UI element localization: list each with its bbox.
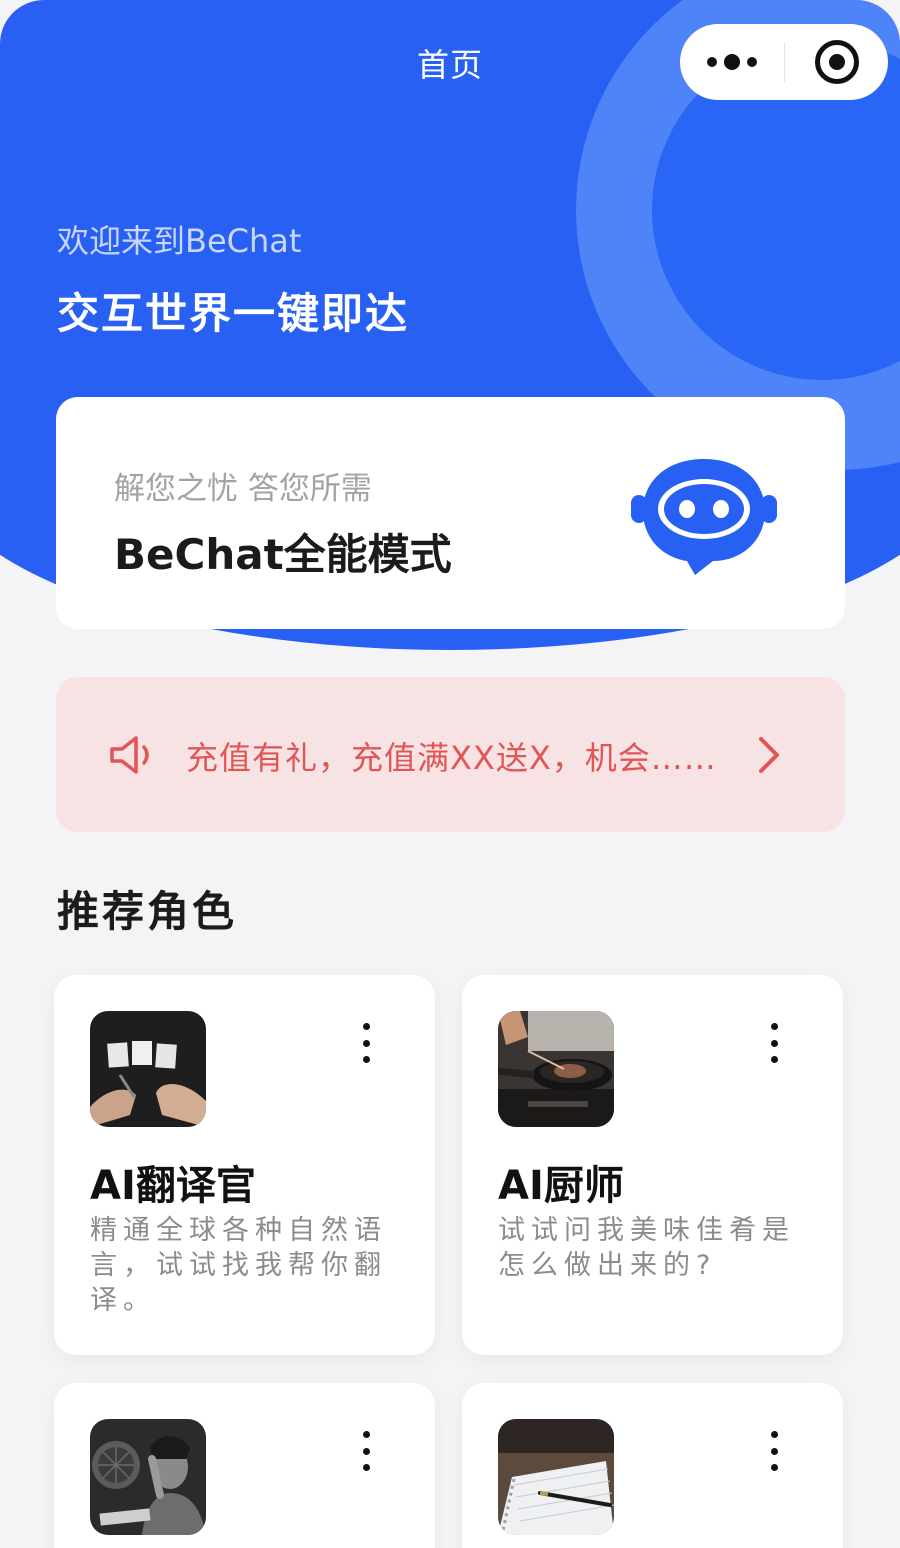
more-vertical-icon[interactable]: [360, 1023, 372, 1063]
mode-title: BeChat全能模式: [114, 530, 452, 579]
promo-notice-bar[interactable]: 充值有礼，充值满XX送X，机会……: [56, 677, 845, 832]
role-description: 精通全球各种自然语言，试试找我帮你翻译。: [90, 1215, 387, 1316]
more-vertical-icon[interactable]: [768, 1023, 780, 1063]
close-button[interactable]: [785, 24, 888, 100]
welcome-text: 欢迎来到BeChat: [57, 222, 302, 260]
more-vertical-icon[interactable]: [360, 1431, 372, 1471]
all-mode-card[interactable]: 解您之忧 答您所需 BeChat全能模式: [56, 397, 845, 629]
mode-subtitle: 解您之忧 答您所需: [114, 471, 372, 507]
slogan-text: 交互世界一键即达: [57, 289, 410, 338]
mini-program-capsule: [680, 24, 888, 100]
role-card[interactable]: AI厨师 试试问我美味佳肴是怎么做出来的?: [462, 975, 843, 1355]
more-vertical-icon[interactable]: [768, 1431, 780, 1471]
notebook-pen-photo: [498, 1419, 614, 1535]
robot-chat-icon: [631, 459, 777, 575]
speaker-icon: [110, 736, 149, 774]
thinking-man-photo: [90, 1419, 206, 1535]
more-dots-icon: [707, 54, 757, 70]
section-title: 推荐角色: [57, 887, 238, 936]
role-card[interactable]: [462, 1383, 843, 1548]
promo-text: 充值有礼，充值满XX送X，机会……: [186, 739, 717, 777]
chevron-right-icon: [759, 737, 779, 773]
role-name: AI厨师: [498, 1163, 624, 1209]
more-button[interactable]: [680, 24, 784, 100]
role-name: AI翻译官: [90, 1163, 256, 1209]
role-card[interactable]: AI翻译官 精通全球各种自然语言，试试找我帮你翻译。: [54, 975, 435, 1355]
app-screen: 首页 欢迎来到BeChat 交互世界一键即达 解您之忧 答您所需 BeChat全…: [0, 0, 900, 1548]
role-description: 试试问我美味佳肴是怎么做出来的?: [498, 1215, 795, 1281]
chef-cooking-photo: [498, 1011, 614, 1127]
role-card[interactable]: [54, 1383, 435, 1548]
hands-cards-photo: [90, 1011, 206, 1127]
target-circle-icon: [814, 40, 859, 84]
